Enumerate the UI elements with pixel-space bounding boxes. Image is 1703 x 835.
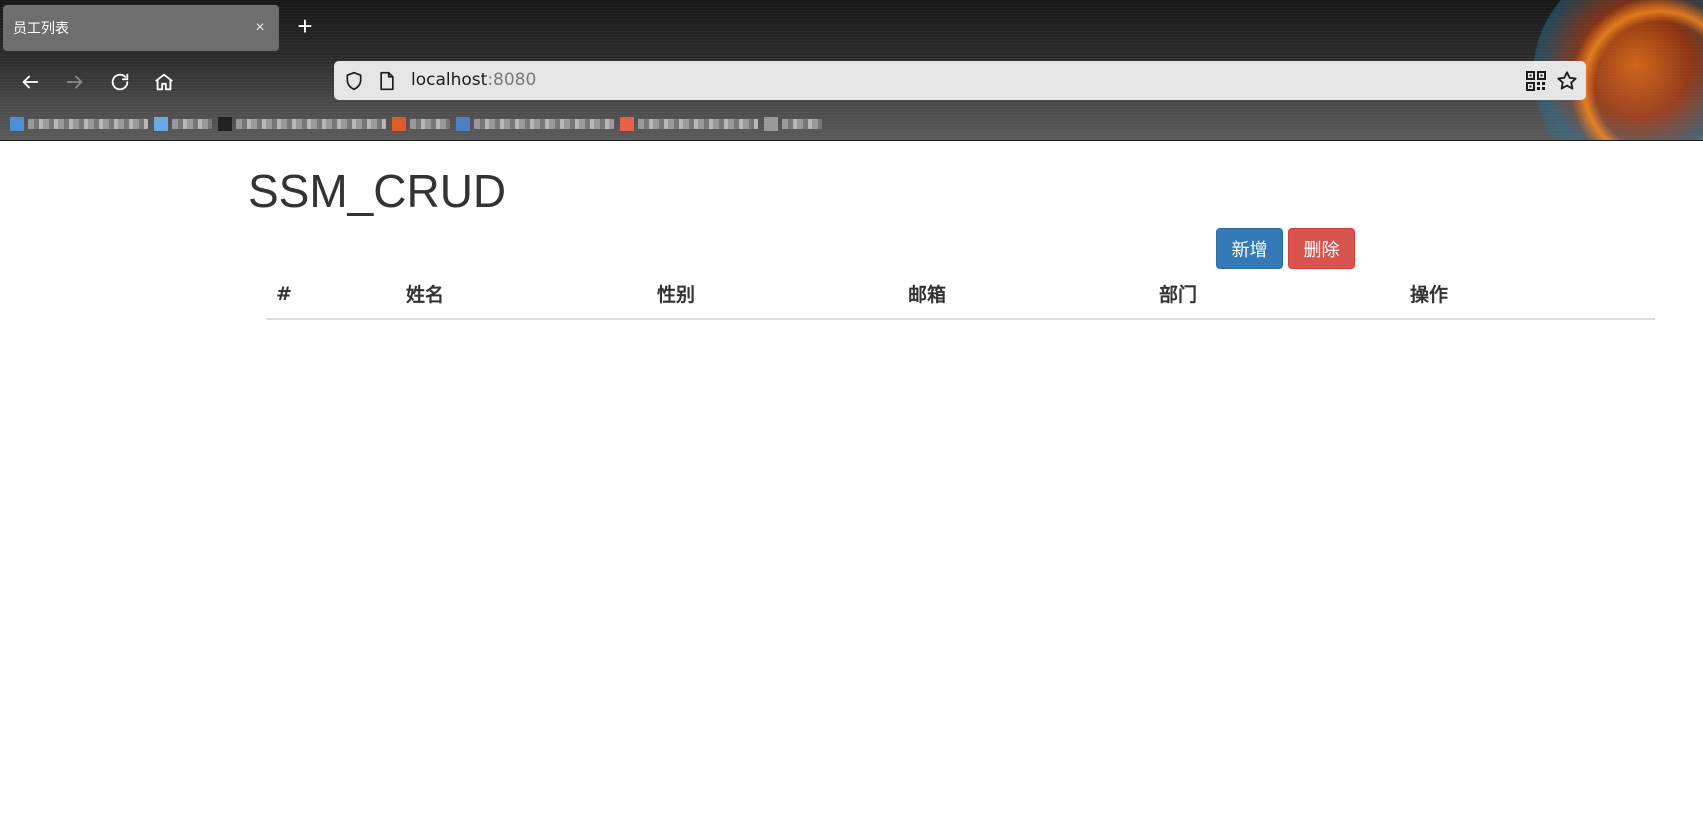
close-icon[interactable]: ×	[249, 17, 271, 39]
bookmark-item[interactable]	[218, 113, 386, 135]
bookmark-favicon-icon	[764, 117, 778, 131]
bookmark-favicon-icon	[154, 117, 168, 131]
bookmark-favicon-icon	[392, 117, 406, 131]
shield-icon[interactable]	[344, 71, 364, 91]
bookmark-star-icon[interactable]	[1556, 70, 1578, 92]
bookmark-item[interactable]	[10, 113, 148, 135]
arrow-right-icon	[66, 75, 83, 89]
delete-button[interactable]: 删除	[1288, 228, 1355, 269]
browser-chrome: 员工列表 × + localhost:8080	[0, 0, 1703, 141]
column-header-email: 邮箱	[898, 270, 1149, 320]
bookmark-item[interactable]	[764, 113, 822, 135]
bookmark-item[interactable]	[456, 113, 614, 135]
bookmark-item[interactable]	[154, 113, 212, 135]
back-button[interactable]	[14, 66, 46, 98]
qr-code-icon[interactable]	[1526, 71, 1546, 91]
page-content: SSM_CRUD 新增 删除 # 姓名 性别 邮箱 部门 操作	[0, 142, 1703, 835]
bookmark-favicon-icon	[456, 117, 470, 131]
column-header-name: 姓名	[396, 270, 647, 320]
home-button[interactable]	[148, 66, 180, 98]
url-port: :8080	[487, 70, 537, 90]
browser-tab[interactable]: 员工列表 ×	[3, 5, 279, 51]
bookmark-label	[474, 119, 614, 129]
column-header-department: 部门	[1149, 270, 1400, 320]
arrow-left-icon	[22, 75, 39, 89]
bookmark-favicon-icon	[620, 117, 634, 131]
bookmarks-bar	[10, 110, 880, 138]
bookmark-label	[638, 119, 758, 129]
column-header-actions: 操作	[1400, 270, 1655, 320]
column-header-id: #	[266, 270, 396, 320]
bookmark-label	[172, 119, 212, 129]
employee-table: # 姓名 性别 邮箱 部门 操作	[266, 270, 1655, 320]
table-header-row: # 姓名 性别 邮箱 部门 操作	[266, 270, 1655, 320]
reload-icon	[111, 73, 129, 91]
page-title: SSM_CRUD	[248, 165, 507, 217]
forward-button[interactable]	[59, 66, 91, 98]
tab-title: 员工列表	[13, 21, 69, 37]
bookmark-label	[782, 119, 822, 129]
bookmark-item[interactable]	[392, 113, 450, 135]
bookmark-label	[28, 119, 148, 129]
bookmark-favicon-icon	[10, 117, 24, 131]
bookmark-item[interactable]	[620, 113, 758, 135]
url-text[interactable]: localhost:8080	[411, 70, 536, 90]
bookmark-label	[410, 119, 450, 129]
new-tab-button[interactable]: +	[290, 12, 320, 42]
bookmark-favicon-icon	[218, 117, 232, 131]
bookmark-label	[236, 119, 386, 129]
url-host: localhost	[411, 70, 488, 90]
add-button[interactable]: 新增	[1216, 228, 1283, 269]
column-header-gender: 性别	[647, 270, 898, 320]
reload-button[interactable]	[104, 66, 136, 98]
url-bar[interactable]: localhost:8080	[334, 61, 1586, 100]
home-icon	[155, 73, 173, 91]
page-icon[interactable]	[378, 71, 396, 91]
